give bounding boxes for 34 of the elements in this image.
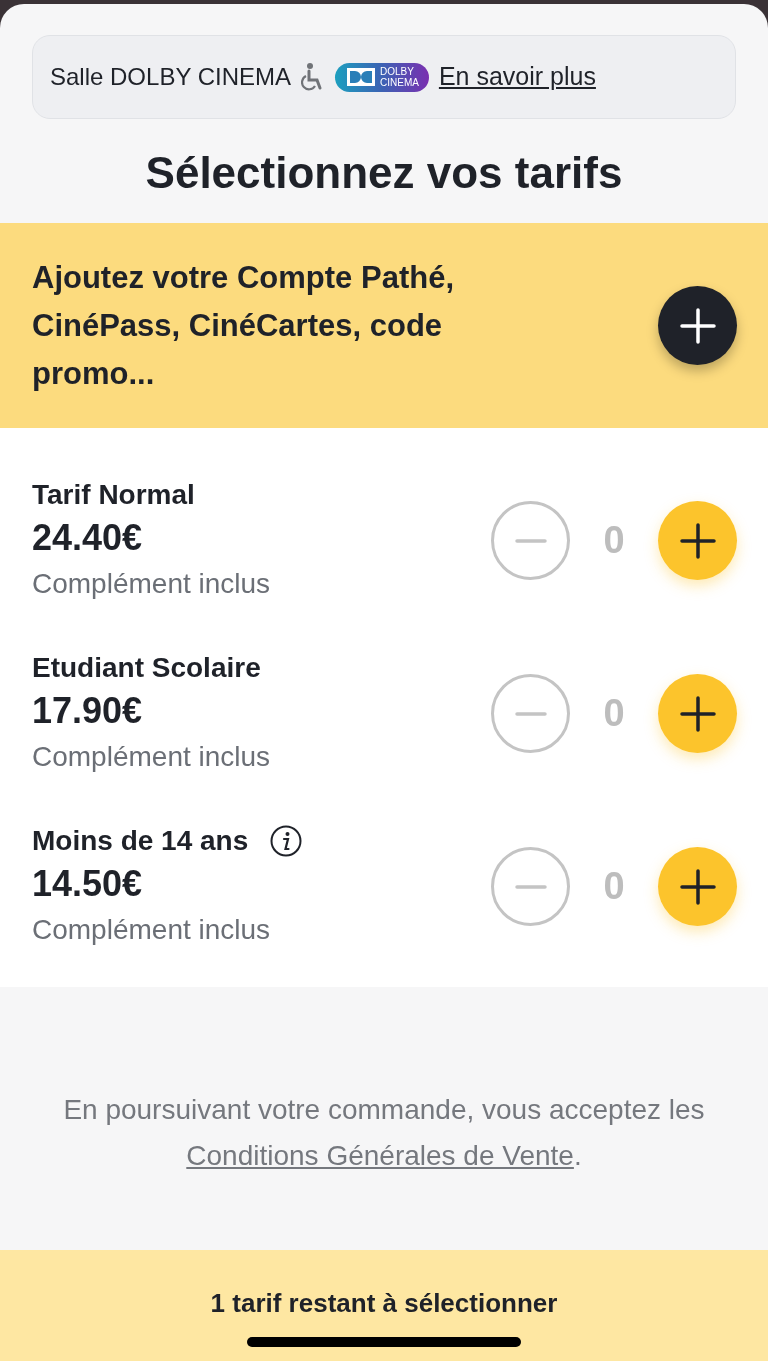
plus-icon — [678, 694, 717, 733]
tariff-name: Moins de 14 ans — [32, 823, 249, 858]
logo-text: DOLBY — [380, 66, 415, 77]
increase-button[interactable] — [658, 847, 737, 926]
increase-button[interactable] — [658, 501, 737, 580]
plus-icon — [678, 867, 717, 906]
ticket-count: 0 — [602, 864, 626, 909]
terms-link[interactable]: Conditions Générales de Vente — [186, 1140, 574, 1171]
tariff-price: 14.50€ — [32, 861, 144, 906]
tariff-name: Etudiant Scolaire — [32, 650, 261, 685]
add-code-button[interactable] — [658, 286, 737, 365]
minus-icon — [514, 884, 547, 889]
tariff-name: Tarif Normal — [32, 477, 195, 512]
learn-more-link[interactable]: En savoir plus — [438, 58, 596, 96]
promo-text: Ajoutez votre Compte Pathé, CinéPass, CinéCartes, code promo... — [32, 258, 455, 393]
page-title: Sélectionnez vos tarifs — [144, 147, 624, 199]
terms-text: En poursuivant votre commande, vous acceptez les Conditions Générales de Vente. — [62, 1093, 706, 1173]
tariff-note: Complément inclus — [32, 566, 271, 601]
tariff-price: 17.90€ — [32, 688, 144, 733]
increase-button[interactable] — [658, 674, 737, 753]
ticket-count: 0 — [602, 691, 626, 736]
logo-text: CINEMA — [380, 77, 419, 88]
minus-icon — [514, 711, 547, 716]
plus-icon — [678, 521, 717, 560]
tariff-note: Complément inclus — [32, 739, 271, 774]
hall-name: Salle DOLBY CINEMA — [50, 62, 291, 92]
double-d-icon — [347, 68, 375, 86]
ticket-count: 0 — [602, 518, 626, 563]
plus-icon — [678, 306, 717, 345]
info-icon[interactable] — [270, 824, 303, 857]
tariff-note: Complément inclus — [32, 912, 272, 947]
minus-icon — [514, 538, 547, 543]
remaining-tariffs-text: 1 tarif restant à sélectionner — [210, 1287, 558, 1319]
tariff-price: 24.40€ — [32, 515, 144, 560]
